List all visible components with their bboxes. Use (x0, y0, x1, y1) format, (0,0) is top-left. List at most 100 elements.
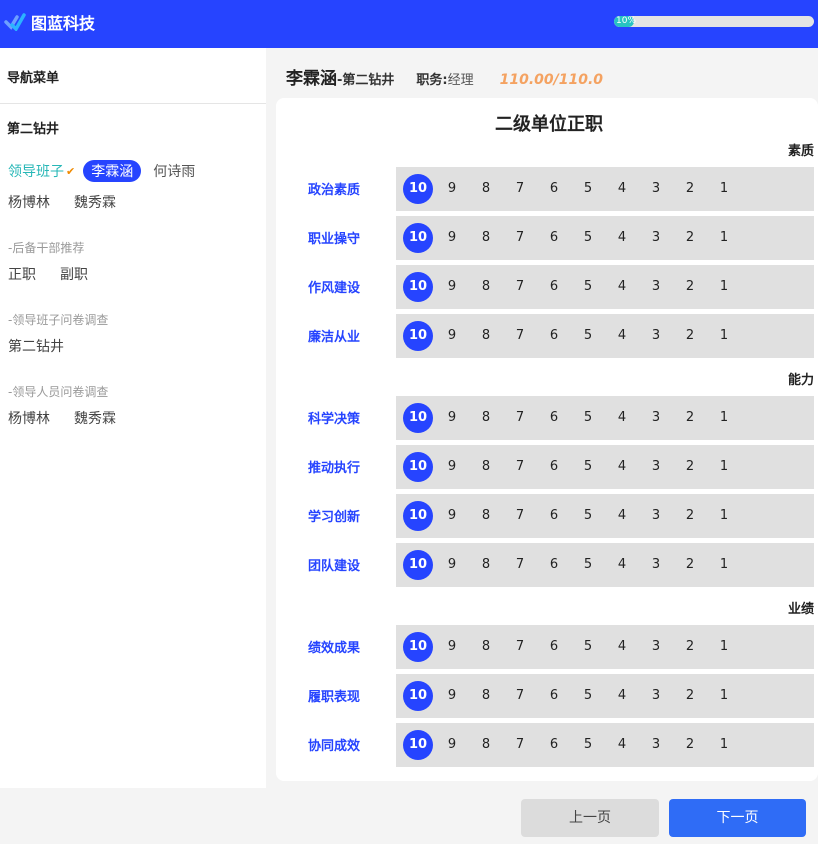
rating-option-5[interactable]: 5 (573, 550, 603, 580)
rating-option-9[interactable]: 9 (437, 452, 467, 482)
rating-option-9[interactable]: 9 (437, 272, 467, 302)
rating-option-3[interactable]: 3 (641, 403, 671, 433)
rating-option-6[interactable]: 6 (539, 681, 569, 711)
rating-option-6[interactable]: 6 (539, 501, 569, 531)
rating-option-10[interactable]: 10 (403, 452, 433, 482)
rating-option-5[interactable]: 5 (573, 403, 603, 433)
rating-option-10[interactable]: 10 (403, 632, 433, 662)
rating-option-1[interactable]: 1 (709, 501, 739, 531)
rating-option-7[interactable]: 7 (505, 321, 535, 351)
rating-option-4[interactable]: 4 (607, 174, 637, 204)
rating-option-7[interactable]: 7 (505, 550, 535, 580)
rating-option-8[interactable]: 8 (471, 321, 501, 351)
rating-option-5[interactable]: 5 (573, 452, 603, 482)
rating-option-4[interactable]: 4 (607, 321, 637, 351)
rating-option-1[interactable]: 1 (709, 174, 739, 204)
team-survey-item[interactable]: 第二钻井 (8, 336, 64, 356)
rating-option-9[interactable]: 9 (437, 632, 467, 662)
rating-option-1[interactable]: 1 (709, 272, 739, 302)
rating-option-2[interactable]: 2 (675, 501, 705, 531)
rating-option-7[interactable]: 7 (505, 223, 535, 253)
rating-option-1[interactable]: 1 (709, 321, 739, 351)
rating-option-3[interactable]: 3 (641, 632, 671, 662)
rating-option-1[interactable]: 1 (709, 681, 739, 711)
person-item[interactable]: 何诗雨 (153, 161, 195, 181)
rating-option-2[interactable]: 2 (675, 681, 705, 711)
rating-option-3[interactable]: 3 (641, 681, 671, 711)
rating-option-9[interactable]: 9 (437, 681, 467, 711)
rating-option-6[interactable]: 6 (539, 403, 569, 433)
rating-option-1[interactable]: 1 (709, 632, 739, 662)
rating-option-9[interactable]: 9 (437, 550, 467, 580)
rating-option-4[interactable]: 4 (607, 223, 637, 253)
rating-option-1[interactable]: 1 (709, 550, 739, 580)
rating-option-7[interactable]: 7 (505, 174, 535, 204)
rating-option-7[interactable]: 7 (505, 681, 535, 711)
rating-option-5[interactable]: 5 (573, 681, 603, 711)
rating-option-2[interactable]: 2 (675, 223, 705, 253)
rating-option-3[interactable]: 3 (641, 550, 671, 580)
rating-option-10[interactable]: 10 (403, 403, 433, 433)
rating-option-6[interactable]: 6 (539, 272, 569, 302)
leader-group-tag[interactable]: 领导班子 (8, 161, 64, 181)
person-item[interactable]: 魏秀霖 (74, 192, 116, 212)
rating-option-9[interactable]: 9 (437, 321, 467, 351)
rating-option-7[interactable]: 7 (505, 632, 535, 662)
rating-option-7[interactable]: 7 (505, 403, 535, 433)
rating-option-3[interactable]: 3 (641, 223, 671, 253)
rating-option-2[interactable]: 2 (675, 272, 705, 302)
rating-option-10[interactable]: 10 (403, 272, 433, 302)
rating-option-9[interactable]: 9 (437, 501, 467, 531)
rating-option-7[interactable]: 7 (505, 730, 535, 760)
rating-option-10[interactable]: 10 (403, 223, 433, 253)
rating-option-2[interactable]: 2 (675, 550, 705, 580)
rating-option-6[interactable]: 6 (539, 452, 569, 482)
rating-option-4[interactable]: 4 (607, 632, 637, 662)
reserve-item-fuzhi[interactable]: 副职 (60, 264, 88, 284)
rating-option-8[interactable]: 8 (471, 174, 501, 204)
rating-option-8[interactable]: 8 (471, 632, 501, 662)
rating-option-5[interactable]: 5 (573, 174, 603, 204)
rating-option-8[interactable]: 8 (471, 550, 501, 580)
rating-option-5[interactable]: 5 (573, 632, 603, 662)
person-item[interactable]: 杨博林 (8, 192, 50, 212)
rating-option-4[interactable]: 4 (607, 501, 637, 531)
rating-option-4[interactable]: 4 (607, 681, 637, 711)
rating-option-8[interactable]: 8 (471, 223, 501, 253)
rating-option-6[interactable]: 6 (539, 174, 569, 204)
rating-option-2[interactable]: 2 (675, 632, 705, 662)
reserve-item-zhengzhi[interactable]: 正职 (8, 264, 36, 284)
rating-option-5[interactable]: 5 (573, 501, 603, 531)
rating-option-8[interactable]: 8 (471, 272, 501, 302)
rating-option-9[interactable]: 9 (437, 174, 467, 204)
rating-option-10[interactable]: 10 (403, 321, 433, 351)
rating-option-10[interactable]: 10 (403, 174, 433, 204)
person-selected[interactable]: 李霖涵 (83, 160, 142, 182)
rating-option-1[interactable]: 1 (709, 403, 739, 433)
staff-survey-item[interactable]: 杨博林 (8, 408, 50, 428)
rating-option-6[interactable]: 6 (539, 223, 569, 253)
rating-option-9[interactable]: 9 (437, 730, 467, 760)
rating-option-5[interactable]: 5 (573, 272, 603, 302)
rating-option-5[interactable]: 5 (573, 223, 603, 253)
rating-option-5[interactable]: 5 (573, 321, 603, 351)
rating-option-9[interactable]: 9 (437, 223, 467, 253)
rating-option-10[interactable]: 10 (403, 681, 433, 711)
chevron-down-icon[interactable]: ✔ (66, 165, 75, 178)
rating-option-7[interactable]: 7 (505, 452, 535, 482)
rating-option-1[interactable]: 1 (709, 730, 739, 760)
prev-page-button[interactable]: 上一页 (521, 799, 659, 837)
staff-survey-item[interactable]: 魏秀霖 (74, 408, 116, 428)
rating-option-6[interactable]: 6 (539, 730, 569, 760)
rating-option-3[interactable]: 3 (641, 452, 671, 482)
rating-option-4[interactable]: 4 (607, 550, 637, 580)
rating-option-4[interactable]: 4 (607, 730, 637, 760)
rating-option-4[interactable]: 4 (607, 452, 637, 482)
rating-option-8[interactable]: 8 (471, 501, 501, 531)
rating-option-10[interactable]: 10 (403, 550, 433, 580)
rating-option-8[interactable]: 8 (471, 452, 501, 482)
rating-option-10[interactable]: 10 (403, 730, 433, 760)
rating-option-3[interactable]: 3 (641, 321, 671, 351)
rating-option-4[interactable]: 4 (607, 272, 637, 302)
rating-option-2[interactable]: 2 (675, 174, 705, 204)
